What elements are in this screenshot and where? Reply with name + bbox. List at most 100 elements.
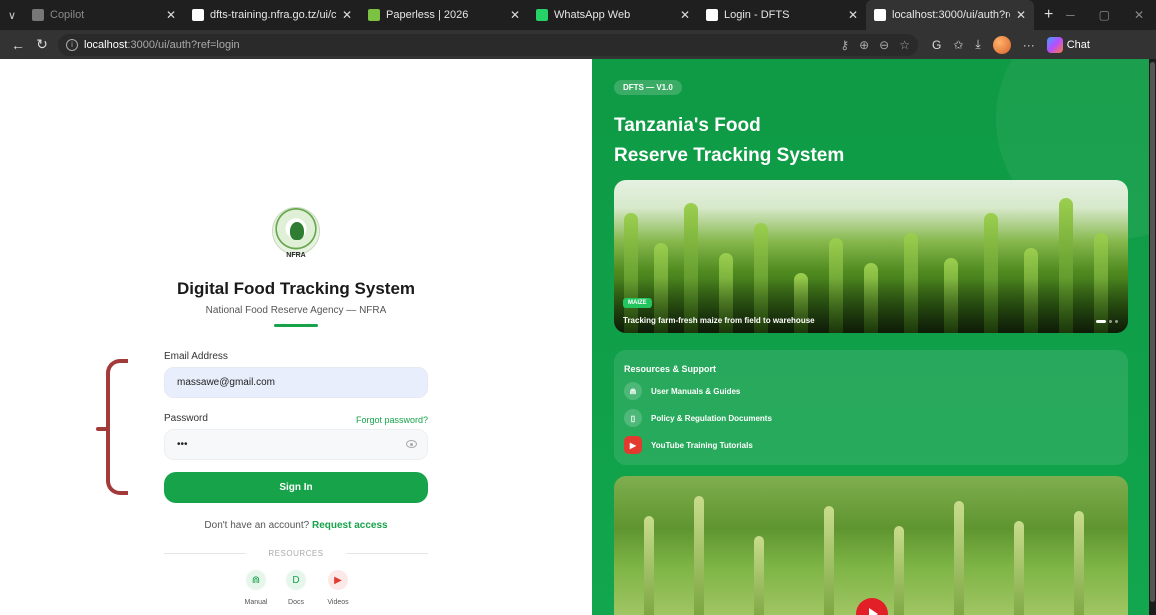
version-badge: DFTS — V1.0: [614, 80, 682, 95]
tab-close-icon[interactable]: ✕: [510, 8, 520, 22]
copilot-chat-button[interactable]: Chat: [1046, 36, 1090, 53]
app-subtitle: National Food Reserve Agency — NFRA: [205, 305, 387, 316]
browser-tab[interactable]: Paperless | 2026 ✕: [360, 0, 528, 30]
rice-stalk: [1074, 511, 1084, 615]
tab-close-icon[interactable]: ✕: [166, 8, 176, 22]
slide-dot-active[interactable]: [1096, 320, 1106, 323]
resources-label: RESOURCES: [268, 549, 324, 558]
tab-favicon-icon: [874, 9, 886, 21]
resource-shortcut-manual[interactable]: ⋒ Manual: [236, 570, 276, 606]
address-bar-row: ← ↻ i localhost:3000/ui/auth?ref=login ⚷…: [0, 30, 1156, 59]
browser-tab-bar: ∨ Copilot ✕ dfts-training.nfra.go.tz/ui/cu…: [0, 0, 1156, 30]
play-video-icon[interactable]: [856, 598, 888, 615]
tab-label: Paperless | 2026: [386, 9, 469, 21]
zoom-icon[interactable]: ⊕: [859, 38, 869, 52]
hero-headline: Tanzania's Food Reserve Tracking System: [614, 111, 934, 171]
tab-close-icon[interactable]: ✕: [342, 8, 352, 22]
browser-tab[interactable]: WhatsApp Web ✕: [528, 0, 698, 30]
headline-line-1: Tanzania's Food: [614, 115, 761, 136]
tab-list-chevron-icon[interactable]: ∨: [0, 9, 24, 22]
close-window-icon[interactable]: ✕: [1134, 8, 1144, 22]
more-menu-icon[interactable]: ···: [1023, 38, 1035, 52]
slide-indicators: [1096, 320, 1118, 323]
refresh-icon[interactable]: ↻: [30, 36, 54, 53]
url-path: :3000/ui/auth?ref=login: [127, 38, 240, 51]
app-title: Digital Food Tracking System: [176, 279, 416, 298]
manual-icon: ⋒: [246, 570, 266, 590]
maximize-icon[interactable]: ▢: [1099, 8, 1110, 22]
rice-stalk: [694, 496, 704, 615]
url-tools: ⚷ ⊕ ⊖ ☆: [840, 38, 910, 52]
tab-close-icon[interactable]: ✕: [848, 8, 858, 22]
logo-text: NFRA: [286, 252, 306, 259]
password-label: Password: [164, 413, 208, 424]
tab-label: Copilot: [50, 9, 85, 21]
resource-link-label: YouTube Training Tutorials: [651, 440, 753, 450]
password-field[interactable]: •••: [164, 429, 428, 460]
slide-dot[interactable]: [1109, 320, 1112, 323]
resource-shortcut-label: Manual: [244, 599, 268, 606]
key-icon[interactable]: ⚷: [840, 38, 849, 52]
toolbar-right: G ✩ ⤓ ··· Chat: [932, 35, 1090, 54]
resource-shortcut-label: Docs: [288, 599, 304, 606]
url-input[interactable]: i localhost:3000/ui/auth?ref=login ⚷ ⊕ ⊖…: [58, 33, 918, 56]
url-host: localhost: [84, 38, 128, 51]
manual-icon: ⋒: [624, 382, 642, 400]
minimize-icon[interactable]: ─: [1066, 8, 1075, 22]
divider-left: [164, 553, 246, 554]
browser-tab[interactable]: dfts-training.nfra.go.tz/ui/cus ✕: [184, 0, 360, 30]
rice-stalk: [894, 526, 904, 615]
tab-label: WhatsApp Web: [554, 9, 631, 21]
rice-stalk: [754, 536, 764, 615]
favorites-icon[interactable]: ✩: [953, 38, 963, 52]
extensions-icon[interactable]: G: [932, 38, 941, 52]
headline-line-2: Reserve Tracking System: [614, 145, 845, 166]
new-tab-button[interactable]: +: [1034, 6, 1063, 24]
resources-support-title: Resources & Support: [624, 364, 717, 374]
tab-favicon-icon: [368, 9, 380, 21]
browser-tab[interactable]: Copilot ✕: [24, 0, 184, 30]
resource-shortcut-docs[interactable]: D Docs: [276, 570, 316, 606]
resource-link[interactable]: ▶ YouTube Training Tutorials: [624, 436, 753, 454]
tab-label: dfts-training.nfra.go.tz/ui/cus: [210, 9, 336, 21]
resources-support-card: Resources & Support ⋒ User Manuals & Guid…: [614, 350, 1128, 465]
back-icon[interactable]: ←: [6, 37, 30, 53]
resource-shortcut-videos[interactable]: ▶ Videos: [318, 570, 358, 606]
password-value: •••: [177, 439, 188, 450]
rice-stalk: [954, 501, 964, 615]
tab-close-icon[interactable]: ✕: [680, 8, 690, 22]
youtube-icon: ▶: [624, 436, 642, 454]
slide-dot[interactable]: [1115, 320, 1118, 323]
profile-avatar[interactable]: [992, 35, 1011, 54]
docs-icon: D: [286, 570, 306, 590]
reader-icon[interactable]: ⊖: [879, 38, 889, 52]
email-field[interactable]: massawe@gmail.com: [164, 367, 428, 398]
slide-caption: Tracking farm-fresh maize from field to …: [623, 316, 815, 325]
resource-link-label: User Manuals & Guides: [651, 386, 741, 396]
tab-favicon-icon: [32, 9, 44, 21]
nfra-logo: [272, 207, 320, 255]
sign-in-button[interactable]: Sign In: [164, 472, 428, 503]
annotation-bracket: [96, 359, 128, 495]
browser-tab[interactable]: localhost:3000/ui/auth?ref=lo ✕: [866, 0, 1034, 30]
request-access-link[interactable]: Request access: [312, 520, 388, 531]
title-underline: [274, 324, 318, 327]
downloads-icon[interactable]: ⤓: [975, 37, 980, 52]
rice-stalk: [824, 506, 834, 615]
rice-stalk: [1014, 521, 1024, 615]
site-info-icon[interactable]: i: [66, 38, 78, 51]
no-account-text: Don't have an account? Request access: [150, 520, 442, 531]
login-panel: NFRA Digital Food Tracking System Nation…: [0, 59, 592, 615]
favorite-star-icon[interactable]: ☆: [899, 38, 910, 52]
rice-video-thumbnail[interactable]: [614, 476, 1128, 615]
resource-link[interactable]: ▯ Policy & Regulation Documents: [624, 409, 772, 427]
rice-stalk: [644, 516, 654, 615]
resource-link[interactable]: ⋒ User Manuals & Guides: [624, 382, 740, 400]
scrollbar-thumb[interactable]: [1150, 62, 1155, 602]
browser-tab[interactable]: Login - DFTS ✕: [698, 0, 866, 30]
maize-slide-image[interactable]: MAIZE Tracking farm-fresh maize from fie…: [614, 180, 1128, 333]
tab-favicon-icon: [536, 9, 548, 21]
forgot-password-link[interactable]: Forgot password?: [328, 415, 428, 425]
show-password-eye-icon[interactable]: [406, 440, 417, 448]
tab-close-icon[interactable]: ✕: [1016, 8, 1026, 22]
